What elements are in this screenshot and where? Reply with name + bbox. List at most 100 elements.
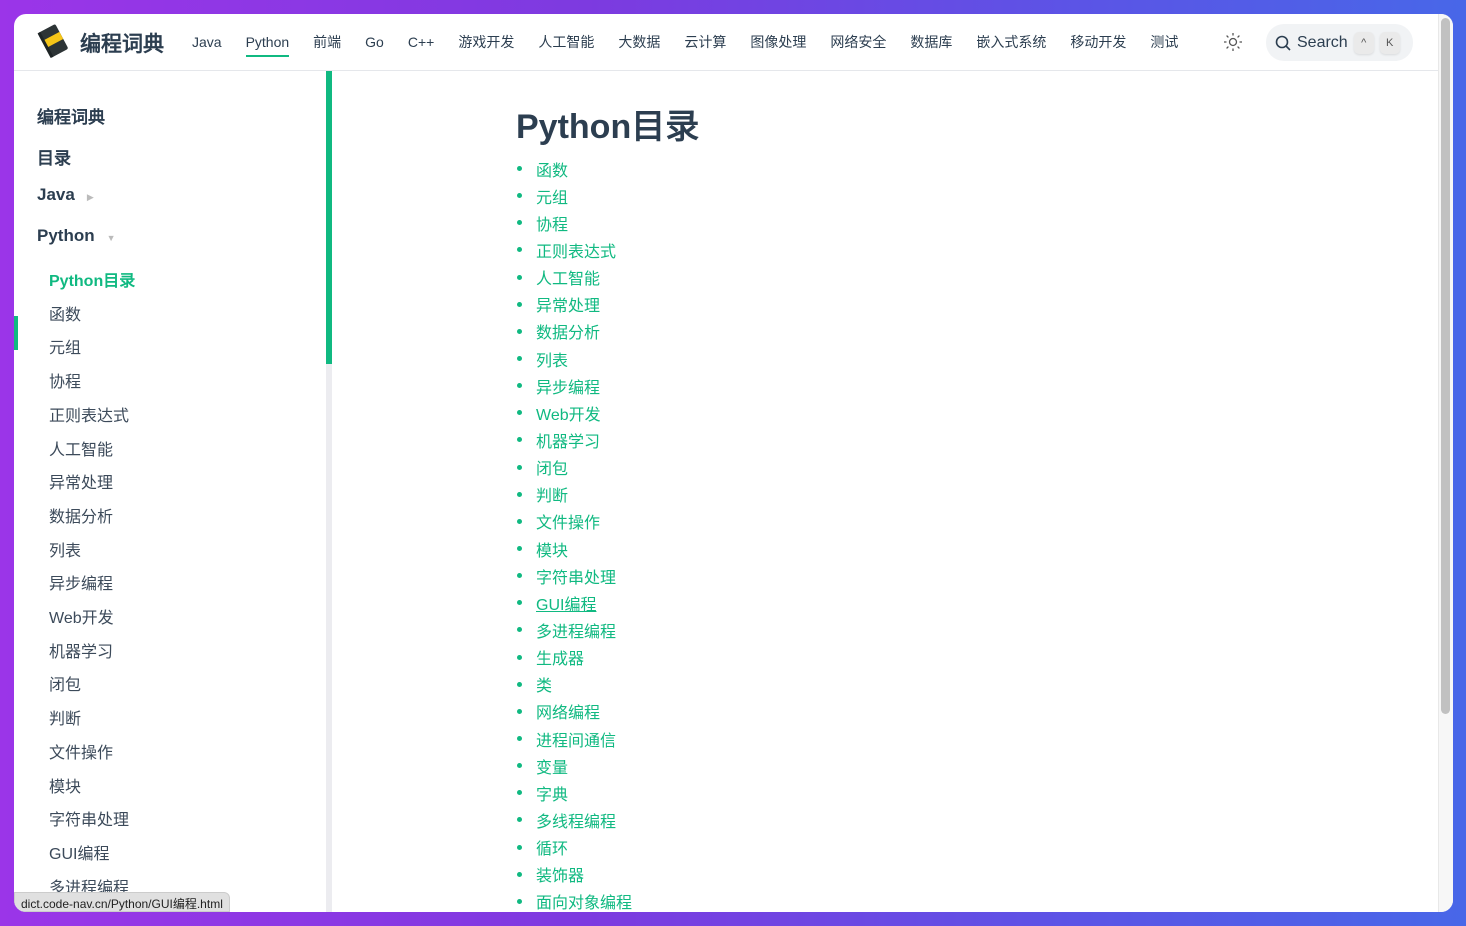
toc-link[interactable]: 面向对象编程 [536,889,632,912]
nav-link[interactable]: Python [245,14,289,71]
sidebar-item[interactable]: 文件操作 [49,739,113,763]
sidebar-section-home[interactable]: 编程词典 [37,103,105,128]
toc-link[interactable]: 文件操作 [536,509,600,533]
list-item: 列表 [516,345,632,372]
nav-link[interactable]: Go [365,14,384,71]
top-navbar: 编程词典 Java Python 前端 Go C++ 游戏开发 人工智能 大数据 云计算 图像处理… [14,14,1438,71]
nav-link[interactable]: 数据库 [910,14,952,71]
site-brand[interactable]: 编程词典 [80,28,164,58]
search-icon [1275,35,1291,51]
nav-link[interactable]: 人工智能 [538,14,594,71]
toc-link[interactable]: 多进程编程 [536,618,616,642]
list-item: GUI编程 [516,589,632,616]
list-item: 进程间通信 [516,725,632,752]
list-item: 多线程编程 [516,806,632,833]
toc-link[interactable]: 类 [536,672,552,696]
toc-list: 函数元组协程正则表达式人工智能异常处理数据分析列表异步编程 Web开发机器学习闭包… [516,155,632,912]
toc-link[interactable]: 多线程编程 [536,808,616,832]
toc-link[interactable]: 装饰器 [536,862,584,886]
toc-link[interactable]: 机器学习 [536,428,600,452]
list-item: 面向对象编程 [516,888,632,912]
sidebar-section-java[interactable]: Java ▶ [37,185,94,205]
list-item: Web开发 [516,399,632,426]
toc-link[interactable]: 网络编程 [536,699,600,723]
sidebar-item[interactable]: 闭包 [49,671,81,695]
sidebar-item[interactable]: 人工智能 [49,436,113,460]
sidebar-item[interactable]: 正则表达式 [49,402,129,426]
nav-link[interactable]: 大数据 [618,14,660,71]
toc-link[interactable]: 变量 [536,754,568,778]
sidebar-section-toc[interactable]: 目录 [37,144,71,169]
nav-link[interactable]: 嵌入式系统 [976,14,1046,71]
toc-link[interactable]: 字典 [536,781,568,805]
toc-link[interactable]: 闭包 [536,455,568,479]
sidebar-item[interactable]: Python目录 [49,267,135,291]
sidebar-item[interactable]: 异步编程 [49,570,113,594]
sidebar-section-python[interactable]: Python ▼ [37,226,116,246]
page-scrollbar-thumb[interactable] [1441,18,1450,714]
section-label: Java [37,185,75,204]
sidebar-item[interactable]: 异常处理 [49,469,113,493]
sidebar-item[interactable]: 元组 [49,334,81,358]
list-item: 网络编程 [516,698,632,725]
list-item: 类 [516,671,632,698]
nav-link[interactable]: 测试 [1150,14,1178,71]
nav-link[interactable]: C++ [408,14,434,71]
list-item: 正则表达式 [516,236,632,263]
sidebar-item[interactable]: 字符串处理 [49,806,129,830]
toc-link[interactable]: 循环 [536,835,568,859]
search-button[interactable]: Search ^ K [1266,24,1413,61]
list-item: 字典 [516,779,632,806]
section-label: Python [37,226,95,245]
toc-link[interactable]: 人工智能 [536,265,600,289]
sidebar-item[interactable]: 机器学习 [49,638,113,662]
nav-link[interactable]: Java [192,14,222,71]
caret-down-icon: ▼ [106,233,116,243]
toc-link[interactable]: 生成器 [536,645,584,669]
sidebar-item[interactable]: 模块 [49,773,81,797]
sidebar-item[interactable]: 判断 [49,705,81,729]
search-label: Search [1297,33,1348,51]
toc-link[interactable]: 异常处理 [536,292,600,316]
toc-link[interactable]: GUI编程 [536,591,596,615]
toc-link[interactable]: 字符串处理 [536,564,616,588]
list-item: 协程 [516,209,632,236]
nav-link[interactable]: 图像处理 [750,14,806,71]
sidebar-item[interactable]: 协程 [49,368,81,392]
toc-link[interactable]: 列表 [536,347,568,371]
caret-right-icon: ▶ [86,192,94,202]
sidebar-item[interactable]: GUI编程 [49,840,109,864]
toc-link[interactable]: 数据分析 [536,319,600,343]
list-item: 函数 [516,155,632,182]
list-item: 文件操作 [516,508,632,535]
notebook-logo-icon[interactable] [36,24,70,58]
list-item: 装饰器 [516,861,632,888]
list-item: 生成器 [516,644,632,671]
toc-link[interactable]: 元组 [536,184,568,208]
toc-link[interactable]: 模块 [536,537,568,561]
toc-link[interactable]: 判断 [536,482,568,506]
list-item: 异常处理 [516,291,632,318]
sidebar-item[interactable]: Web开发 [49,604,114,628]
sidebar-item[interactable]: 数据分析 [49,503,113,527]
toc-link[interactable]: 协程 [536,211,568,235]
toc-link[interactable]: Web开发 [536,401,601,425]
nav-link[interactable]: 前端 [313,14,341,71]
sun-icon[interactable] [1223,32,1243,52]
toc-link[interactable]: 函数 [536,157,568,181]
list-item: 人工智能 [516,264,632,291]
list-item: 模块 [516,535,632,562]
main-nav: Java Python 前端 Go C++ 游戏开发 人工智能 大数据 云计算 图像处理 网络安全数… [192,14,1202,71]
sidebar-item[interactable]: 列表 [49,537,81,561]
nav-link[interactable]: 网络安全 [830,14,886,71]
nav-link[interactable]: 云计算 [684,14,726,71]
toc-link[interactable]: 进程间通信 [536,727,616,751]
ctrl-key-hint: ^ [1353,31,1374,54]
nav-link[interactable]: 游戏开发 [458,14,514,71]
page-title: Python目录 [516,108,700,146]
nav-link[interactable]: 移动开发 [1070,14,1126,71]
list-item: 闭包 [516,454,632,481]
toc-link[interactable]: 正则表达式 [536,238,616,262]
sidebar-item[interactable]: 函数 [49,301,81,325]
toc-link[interactable]: 异步编程 [536,374,600,398]
